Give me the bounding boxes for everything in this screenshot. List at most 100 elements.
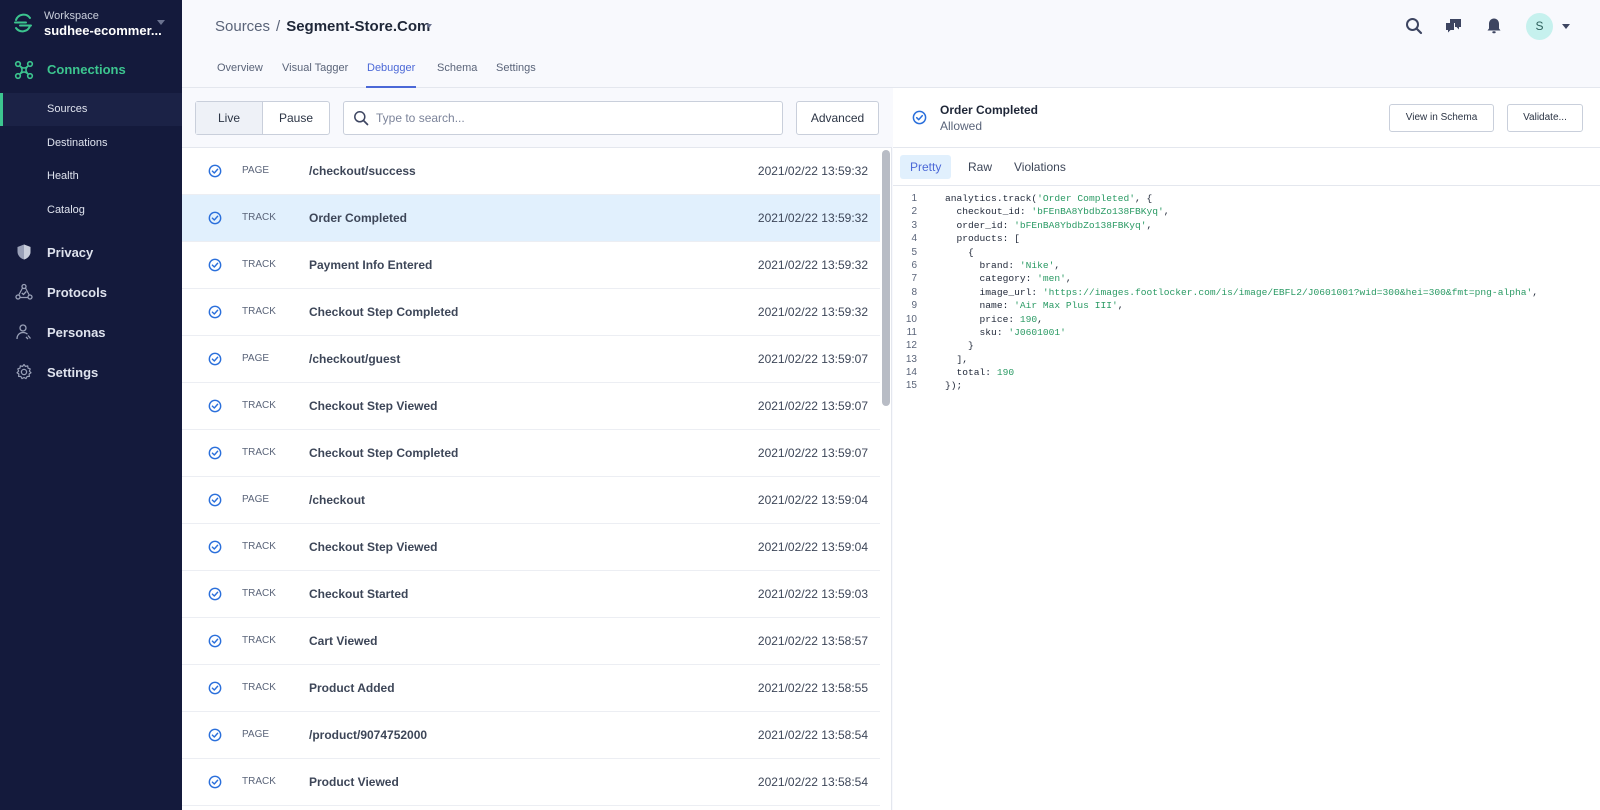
avatar[interactable]: S (1526, 13, 1553, 40)
sidebar-item-catalog[interactable]: Catalog (0, 194, 182, 227)
event-row[interactable]: TRACK Product Viewed 2021/02/22 13:58:54 (182, 759, 880, 806)
sidebar-item-protocols[interactable]: Protocols (0, 274, 182, 310)
workspace-switcher[interactable]: Workspace sudhee-ecommer... (0, 0, 182, 50)
code-content: brand: 'Nike', (945, 259, 1061, 272)
code-token: brand: (945, 259, 1020, 271)
segment-logo-icon (14, 13, 32, 33)
event-name: Checkout Step Viewed (309, 399, 438, 413)
check-circle-icon (208, 352, 222, 366)
code-content: image_url: 'https://images.footlocker.co… (945, 286, 1538, 299)
bell-icon[interactable] (1484, 16, 1504, 36)
code-line: 9 name: 'Air Max Plus III', (893, 299, 1600, 312)
tab-debugger[interactable]: Debugger (365, 62, 417, 88)
code-content: sku: 'J0601001' (945, 326, 1066, 339)
sidebar-item-health[interactable]: Health (0, 160, 182, 193)
tab-overview[interactable]: Overview (217, 62, 263, 88)
tab-visual-tagger[interactable]: Visual Tagger (282, 62, 348, 88)
sidebar-item-sources[interactable]: Sources (0, 93, 182, 126)
event-name: Checkout Started (309, 587, 409, 601)
line-number: 7 (911, 273, 917, 285)
chat-icon[interactable] (1444, 16, 1464, 36)
sidebar-item-personas[interactable]: Personas (0, 314, 182, 350)
event-row[interactable]: TRACK Checkout Step Completed 2021/02/22 1… (182, 289, 880, 336)
code-token: name: (945, 300, 1015, 312)
view-in-schema-button[interactable]: View in Schema (1389, 104, 1494, 132)
tab-violations[interactable]: Violations (1004, 155, 1076, 179)
code-line: 13 ], (893, 353, 1600, 366)
check-circle-icon (912, 110, 927, 125)
tab-schema[interactable]: Schema (437, 62, 477, 88)
event-type: TRACK (242, 259, 276, 270)
code-token: , (1037, 313, 1043, 325)
code-string: 'bFEnBA8YbdbZo138FBKyq' (1014, 219, 1147, 231)
code-number: 190 (996, 367, 1015, 379)
event-type: TRACK (242, 306, 276, 317)
breadcrumb-sources-link[interactable]: Sources (215, 18, 270, 35)
event-row[interactable]: TRACK Checkout Step Viewed 2021/02/22 13:5… (182, 383, 880, 430)
event-timestamp: 2021/02/22 13:59:07 (757, 446, 868, 460)
check-circle-icon (208, 399, 222, 413)
code-token: , (1054, 259, 1061, 271)
event-list-scrollbar[interactable] (882, 150, 890, 406)
event-row[interactable]: PAGE/checkout/guest 2021/02/22 13:59:07 (182, 336, 880, 383)
line-number: 11 (906, 326, 917, 338)
code-token: , (1117, 300, 1124, 312)
sidebar-item-label: Sources (47, 103, 88, 115)
code-line: 1 analytics.track('Order Completed', { (893, 192, 1600, 205)
tab-settings[interactable]: Settings (496, 62, 536, 88)
check-circle-icon (208, 587, 222, 601)
event-row[interactable]: TRACK Order Completed 2021/02/22 13:59:32 (182, 195, 880, 242)
code-token: , { (1135, 193, 1153, 204)
source-switcher-chevron-icon[interactable] (426, 24, 432, 28)
code-content: price: 190, (945, 313, 1043, 326)
code-token: , (1065, 273, 1072, 285)
code-string: 'Nike' (1019, 259, 1055, 271)
event-type: TRACK (242, 776, 276, 787)
event-type: TRACK (242, 212, 276, 223)
pause-button[interactable]: Pause (263, 102, 329, 134)
live-button[interactable]: Live (196, 102, 263, 134)
event-row[interactable]: TRACK Cart Viewed 2021/02/22 13:58:57 (182, 618, 880, 665)
sidebar-item-label: Personas (47, 325, 106, 340)
event-name: Checkout Step Viewed (309, 540, 438, 554)
event-timestamp: 2021/02/22 13:58:55 (757, 681, 868, 695)
search-input[interactable] (376, 102, 776, 134)
event-row[interactable]: TRACK Checkout Step Completed 2021/02/22 1… (182, 430, 880, 477)
line-number: 6 (911, 259, 917, 271)
sidebar-item-privacy[interactable]: Privacy (0, 234, 182, 270)
event-row[interactable]: TRACK Checkout Step Viewed 2021/02/22 13:5… (182, 524, 880, 571)
code-string: 'men' (1037, 273, 1066, 285)
breadcrumb-current-source[interactable]: Segment-Store.Com (286, 18, 430, 35)
validate-button[interactable]: Validate... (1507, 104, 1583, 132)
event-timestamp: 2021/02/22 13:59:32 (757, 258, 868, 272)
event-row[interactable]: TRACK Product Added 2021/02/22 13:58:55 (182, 665, 880, 712)
check-circle-icon (208, 681, 222, 695)
event-timestamp: 2021/02/22 13:59:32 (757, 211, 868, 225)
search-icon[interactable] (1404, 16, 1424, 36)
event-row[interactable]: PAGE/checkout 2021/02/22 13:59:04 (182, 477, 880, 524)
line-number: 9 (911, 300, 917, 312)
check-circle-icon (208, 446, 222, 460)
event-name: Cart Viewed (309, 634, 378, 648)
event-stream-panel: Live Pause Advanced PAGE/checkout/succes… (182, 88, 892, 810)
line-number: 14 (905, 367, 917, 379)
code-line: 3 order_id: 'bFEnBA8YbdbZo138FBKyq', (893, 219, 1600, 232)
event-name: Product Added (309, 681, 395, 695)
sidebar-item-destinations[interactable]: Destinations (0, 127, 182, 160)
check-circle-icon (208, 211, 222, 225)
event-row[interactable]: PAGE/checkout/success 2021/02/22 13:59:32 (182, 148, 880, 195)
tab-raw[interactable]: Raw (958, 155, 1002, 179)
code-line: 6 brand: 'Nike', (893, 259, 1600, 272)
chevron-down-icon[interactable] (1562, 24, 1570, 29)
advanced-button[interactable]: Advanced (796, 101, 879, 135)
event-row[interactable]: TRACK Payment Info Entered 2021/02/22 13:5… (182, 242, 880, 289)
tab-pretty[interactable]: Pretty (900, 155, 952, 179)
connections-icon (14, 60, 34, 80)
sidebar-item-settings[interactable]: Settings (0, 354, 182, 390)
event-row[interactable]: TRACK Checkout Started 2021/02/22 13:59:03 (182, 571, 880, 618)
code-token: total: (945, 367, 997, 379)
sidebar-item-connections[interactable]: Connections (0, 52, 182, 88)
code-content: } (945, 339, 974, 352)
event-name: /checkout (309, 493, 366, 507)
event-row[interactable]: PAGE/product/9074752000 2021/02/22 13:58:… (182, 712, 880, 759)
